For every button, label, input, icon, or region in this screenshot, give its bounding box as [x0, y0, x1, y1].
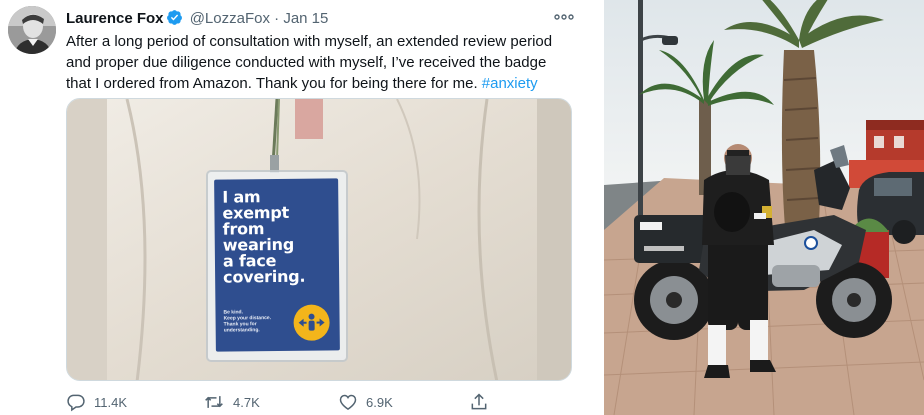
tweet-text: After a long period of consultation with… — [66, 31, 576, 94]
street-scene — [604, 0, 924, 415]
like-button[interactable]: 6.9K — [338, 391, 393, 413]
heart-icon — [339, 394, 357, 410]
like-count: 6.9K — [366, 394, 393, 410]
bmw-roundel — [804, 236, 818, 250]
reply-icon — [67, 394, 85, 412]
tweet-text-segment: that I ordered from Amazon. Thank you fo… — [66, 75, 478, 92]
tweet-text-line: After a long period of consultation with… — [66, 33, 553, 50]
author-handle[interactable]: @LozzaFox — [190, 10, 270, 27]
hashtag-link[interactable]: #anxiety — [482, 75, 538, 92]
tweet-text-line: that I ordered from Amazon. Thank you fo… — [66, 73, 576, 94]
retweet-count: 4.7K — [233, 394, 260, 410]
social-distance-icon — [293, 304, 330, 341]
tweet-header: Laurence Fox @LozzaFox · Jan 15 — [66, 9, 328, 31]
avatar-photo — [8, 6, 56, 54]
reply-count: 11.4K — [94, 394, 128, 410]
separator-dot: · — [274, 10, 280, 27]
share-button[interactable] — [469, 391, 497, 413]
more-options-icon[interactable] — [553, 8, 575, 26]
retweet-button[interactable]: 4.7K — [203, 391, 260, 413]
tweet-date[interactable]: Jan 15 — [283, 10, 328, 27]
share-icon — [471, 393, 487, 410]
verified-badge-icon — [166, 9, 183, 31]
tweet-media[interactable]: I am exempt from wearing a face covering… — [66, 98, 572, 381]
tweet-actions: 11.4K 4.7K 6.9K — [66, 391, 546, 413]
badge-title: I am exempt from wearing a face covering… — [222, 187, 306, 287]
reply-button[interactable]: 11.4K — [66, 391, 127, 413]
retweet-icon — [205, 396, 223, 408]
badge-small-text: Be kind. Keep your distance. Thank you f… — [223, 309, 272, 334]
exemption-badge: I am exempt from wearing a face covering… — [214, 178, 340, 352]
avatar[interactable] — [8, 6, 56, 54]
tweet-card: Laurence Fox @LozzaFox · Jan 15 After a … — [0, 0, 596, 415]
tweet-text-line: and proper due diligence conducted with … — [66, 54, 547, 71]
author-name[interactable]: Laurence Fox — [66, 10, 164, 27]
motorcycle-photo — [604, 0, 924, 415]
gs-sticker — [754, 213, 766, 219]
